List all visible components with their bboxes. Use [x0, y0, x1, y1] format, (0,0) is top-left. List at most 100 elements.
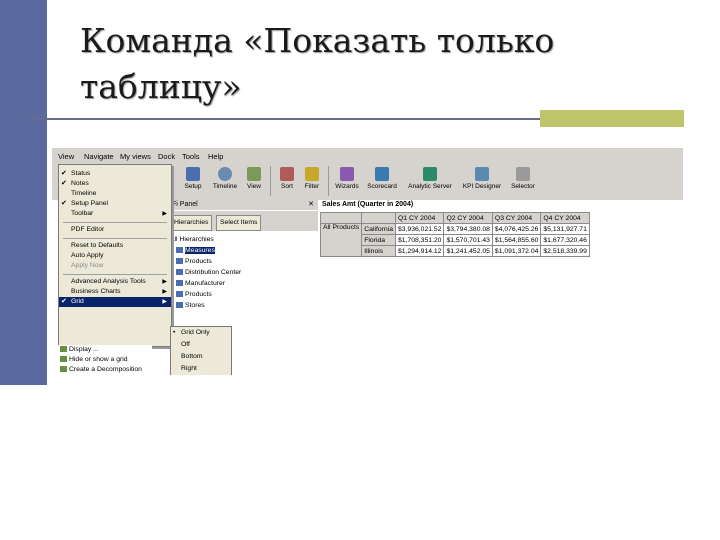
- grid-cell[interactable]: $2,518,339.99: [540, 245, 590, 257]
- sort-icon: [280, 167, 294, 181]
- column-header[interactable]: Q4 CY 2004: [540, 212, 590, 224]
- row-group-header[interactable]: All Products: [319, 223, 363, 257]
- menu-separator: [63, 222, 167, 223]
- menu-item-grid[interactable]: ✔ Grid ▶: [59, 297, 171, 307]
- menu-my-views[interactable]: My views: [120, 152, 151, 161]
- view-button[interactable]: View: [242, 167, 266, 199]
- analytic-server-button[interactable]: Analytic Server: [402, 167, 458, 199]
- grid-submenu: • Grid Only Off Bottom Right: [170, 326, 232, 375]
- tree-item[interactable]: Distribution Center: [176, 267, 241, 278]
- wizards-button[interactable]: Wizards: [332, 167, 362, 199]
- view-menu-dropdown: ✔ Status ✔ Notes Timeline ✔ Setup Panel Too…: [58, 164, 172, 347]
- filter-icon: [305, 167, 319, 181]
- sort-button[interactable]: Sort: [276, 167, 298, 199]
- tree-item[interactable]: Products: [176, 256, 212, 267]
- submenu-item-off[interactable]: Off: [171, 339, 231, 350]
- grid-cell[interactable]: $1,241,452.05: [443, 245, 493, 257]
- table-row: Illinois $1,294,914.12 $1,241,452.05 $1,…: [321, 245, 590, 257]
- submenu-item-grid-only[interactable]: • Grid Only: [171, 327, 231, 338]
- title-accent-block: [540, 110, 684, 127]
- grid-cell[interactable]: $1,708,351.20: [394, 234, 445, 246]
- title-divider: [30, 118, 540, 120]
- wand-icon: [340, 167, 354, 181]
- measures-icon: [176, 247, 183, 254]
- lower-task-panel: Display ... Hide or show a grid Create a…: [58, 345, 152, 375]
- row-header[interactable]: Florida: [361, 234, 396, 246]
- grid-cell[interactable]: $3,936,021.52: [394, 223, 445, 235]
- submenu-item-right[interactable]: Right: [171, 363, 231, 374]
- menu-item-apply-now[interactable]: Apply Now: [59, 261, 171, 271]
- slide-title-line-2: таблицу»: [80, 67, 242, 106]
- task-item[interactable]: Create a Decomposition: [60, 365, 142, 375]
- task-item[interactable]: Hide or show a grid: [60, 355, 128, 365]
- scorecard-button[interactable]: Scorecard: [364, 167, 400, 199]
- radio-dot-icon: •: [173, 329, 176, 336]
- grid-header-row: Q1 CY 2004 Q2 CY 2004 Q3 CY 2004 Q4 CY 2…: [319, 212, 590, 224]
- menu-navigate[interactable]: Navigate: [84, 152, 114, 161]
- menu-item-status[interactable]: ✔ Status: [59, 169, 171, 179]
- menu-separator: [63, 274, 167, 275]
- grid-cell[interactable]: $1,091,372.04: [491, 245, 542, 257]
- tree-item-selected[interactable]: Measures: [176, 245, 215, 256]
- panel-tabs: Hierarchies Select Items: [170, 211, 318, 231]
- column-header[interactable]: Q1 CY 2004: [394, 212, 445, 224]
- selector-button[interactable]: Selector: [506, 167, 540, 199]
- grid-cell[interactable]: $1,677,320.46: [540, 234, 590, 246]
- view-icon: [247, 167, 261, 181]
- row-header[interactable]: California: [361, 223, 396, 235]
- grid-cell[interactable]: $1,294,914.12: [394, 245, 445, 257]
- hierarchy-icon: [176, 269, 183, 276]
- grid-cell[interactable]: $4,076,425.26: [491, 223, 542, 235]
- menu-dock[interactable]: Dock: [158, 152, 175, 161]
- menu-tools[interactable]: Tools: [182, 152, 200, 161]
- table-row: All Products California $3,936,021.52 $3…: [319, 223, 590, 257]
- menu-item-timeline[interactable]: Timeline: [59, 189, 171, 199]
- column-header[interactable]: Q2 CY 2004: [443, 212, 493, 224]
- filter-button[interactable]: Filter: [300, 167, 324, 199]
- tab-hierarchies[interactable]: Hierarchies: [170, 215, 213, 231]
- column-header[interactable]: Q3 CY 2004: [491, 212, 542, 224]
- tab-select-items[interactable]: Select Items: [216, 215, 262, 231]
- menu-item-pdf-editor[interactable]: PDF Editor: [59, 225, 171, 235]
- tree-item[interactable]: All Hierarchies: [170, 234, 214, 245]
- menu-item-business-charts[interactable]: Business Charts ▶: [59, 287, 171, 297]
- app-screenshot: View Navigate My views Dock Tools Help S…: [52, 148, 683, 375]
- grid-cell[interactable]: $3,794,380.08: [443, 223, 493, 235]
- task-item[interactable]: Display ...: [60, 345, 99, 355]
- check-icon: ✔: [61, 180, 67, 187]
- menu-item-auto-apply[interactable]: Auto Apply: [59, 251, 171, 261]
- tree-item[interactable]: Products: [176, 289, 212, 300]
- chevron-right-icon: ▶: [162, 279, 167, 285]
- grid-cell[interactable]: $1,564,855.60: [491, 234, 542, 246]
- toolbar: Setup Timeline View Sort Filter Wizards …: [170, 164, 683, 201]
- data-grid-area: Sales Amt (Quarter in 2004) Q1 CY 2004 Q…: [318, 200, 683, 375]
- menu-item-reset[interactable]: Reset to Defaults: [59, 241, 171, 251]
- grid-cell[interactable]: $1,570,701.43: [443, 234, 493, 246]
- check-icon: ✔: [61, 170, 67, 177]
- scorecard-icon: [375, 167, 389, 181]
- menu-view[interactable]: View: [58, 152, 74, 161]
- timeline-button[interactable]: Timeline: [210, 167, 240, 199]
- hierarchy-icon: [176, 280, 183, 287]
- hierarchy-icon: [176, 291, 183, 298]
- menu-item-advanced-analysis[interactable]: Advanced Analysis Tools ▶: [59, 277, 171, 287]
- kpi-designer-button[interactable]: KPI Designer: [460, 167, 504, 199]
- setup-button[interactable]: Setup: [178, 167, 208, 199]
- hierarchy-icon: [176, 258, 183, 265]
- check-icon: ✔: [61, 298, 67, 305]
- row-header[interactable]: Illinois: [361, 245, 396, 257]
- task-icon: [60, 356, 67, 363]
- table-row: Florida $1,708,351.20 $1,570,701.43 $1,5…: [321, 234, 590, 246]
- menu-item-toolbar[interactable]: Toolbar ▶: [59, 209, 171, 219]
- close-icon[interactable]: ✕: [308, 200, 314, 210]
- menu-item-setup-panel[interactable]: ✔ Setup Panel: [59, 199, 171, 209]
- grid-corner-cell: [319, 212, 363, 224]
- grid-cell[interactable]: $5,131,927.71: [540, 223, 590, 235]
- check-icon: ✔: [61, 200, 67, 207]
- chevron-right-icon: ▶: [162, 299, 167, 305]
- submenu-item-bottom[interactable]: Bottom: [171, 351, 231, 362]
- tree-item[interactable]: Manufacturer: [176, 278, 225, 289]
- tree-item[interactable]: Stores: [176, 300, 205, 311]
- menu-help[interactable]: Help: [208, 152, 223, 161]
- menu-item-notes[interactable]: ✔ Notes: [59, 179, 171, 189]
